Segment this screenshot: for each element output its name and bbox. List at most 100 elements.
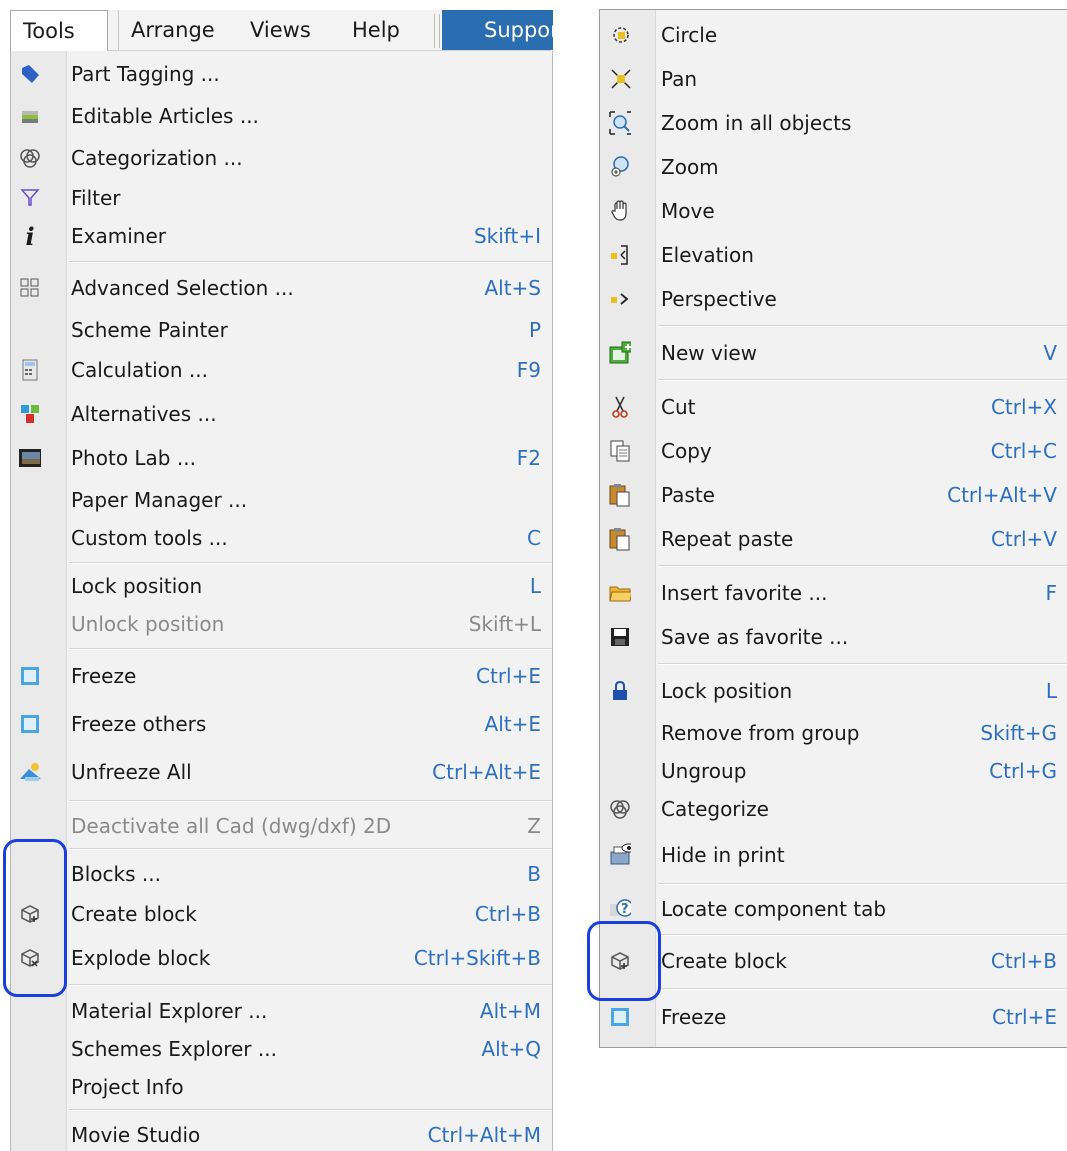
menu-item-new-view[interactable]: New view V — [600, 333, 1067, 373]
menu-item-pan[interactable]: Pan — [600, 59, 1067, 99]
menu-item-hide-in-print[interactable]: Hide in print — [600, 835, 1067, 875]
highlight-annotation — [3, 839, 67, 997]
menu-item-categorization[interactable]: Categorization ... — [11, 138, 552, 178]
menu-item-zoom-all[interactable]: Zoom in all objects — [600, 103, 1067, 143]
menu-item-label: Paper Manager ... — [71, 488, 248, 512]
filter-icon — [19, 187, 41, 209]
menu-separator — [69, 984, 552, 986]
menu-separator — [69, 562, 552, 564]
menu-item-freeze-others[interactable]: Freeze others Alt+E — [11, 704, 552, 744]
menu-item-create-block[interactable]: Create block Ctrl+B — [600, 941, 1067, 981]
menu-item-circle[interactable]: Circle — [600, 15, 1067, 55]
menu-item-filter[interactable]: Filter — [11, 178, 552, 218]
menu-item-label: Move — [661, 199, 715, 223]
menu-item-label: New view — [661, 341, 758, 365]
menu-item-examiner[interactable]: i Examiner Skift+I — [11, 216, 552, 256]
menu-item-cut[interactable]: Cut Ctrl+X — [600, 387, 1067, 427]
photo-icon — [19, 447, 41, 469]
svg-text:?: ? — [621, 902, 629, 917]
menu-item-project-info[interactable]: Project Info — [11, 1067, 552, 1107]
menu-item-remove-from-group[interactable]: Remove from group Skift+G — [600, 713, 1067, 753]
shortcut-label: Ctrl+E — [476, 664, 541, 688]
menu-item-perspective[interactable]: Perspective — [600, 279, 1067, 319]
help-icon: ? — [609, 898, 631, 920]
menu-item-part-tagging[interactable]: Part Tagging ... — [11, 54, 552, 94]
menu-item-copy[interactable]: Copy Ctrl+C — [600, 431, 1067, 471]
shortcut-label: Ctrl+Alt+M — [427, 1123, 541, 1147]
menu-tools[interactable]: Tools — [10, 10, 108, 51]
menu-item-movie-studio[interactable]: Movie Studio Ctrl+Alt+M — [11, 1115, 552, 1151]
menu-item-locate-component-tab[interactable]: ? Locate component tab — [600, 889, 1067, 929]
menu-item-lock-position[interactable]: Lock position L — [11, 566, 552, 606]
menu-item-calculation[interactable]: Calculation ... F9 — [11, 350, 552, 390]
menu-item-paper-manager[interactable]: Paper Manager ... — [11, 480, 552, 520]
support-button[interactable]: Suppor — [442, 10, 553, 50]
freeze-others-icon — [19, 713, 41, 735]
save-icon — [609, 626, 631, 648]
menu-item-label: Filter — [71, 186, 121, 210]
menu-item-label: Categorize — [661, 797, 769, 821]
menu-item-material-explorer[interactable]: Material Explorer ... Alt+M — [11, 991, 552, 1031]
menu-item-save-favorite[interactable]: Save as favorite ... — [600, 617, 1067, 657]
shortcut-label: Ctrl+Alt+E — [432, 760, 541, 784]
menu-item-label: Hide in print — [661, 843, 785, 867]
menu-item-label: Custom tools ... — [71, 526, 228, 550]
menu-item-categorize[interactable]: Categorize — [600, 789, 1067, 829]
shortcut-label: C — [527, 526, 541, 550]
menu-item-ungroup[interactable]: Ungroup Ctrl+G — [600, 751, 1067, 791]
categorize-icon — [19, 147, 41, 169]
info-icon: i — [25, 221, 35, 251]
menu-views[interactable]: Views — [250, 10, 311, 50]
menu-item-label: Movie Studio — [71, 1123, 201, 1147]
menu-item-label: Part Tagging ... — [71, 62, 220, 86]
menu-item-zoom[interactable]: Zoom — [600, 147, 1067, 187]
menu-item-paste[interactable]: Paste Ctrl+Alt+V — [600, 475, 1067, 515]
highlight-annotation — [587, 921, 661, 1001]
shortcut-label: F9 — [516, 358, 541, 382]
menu-item-unfreeze-all[interactable]: Unfreeze All Ctrl+Alt+E — [11, 752, 552, 792]
menu-item-custom-tools[interactable]: Custom tools ... C — [11, 518, 552, 558]
menu-item-create-block[interactable]: Create block Ctrl+B — [11, 894, 552, 934]
menu-item-freeze[interactable]: Freeze Ctrl+E — [11, 656, 552, 696]
menu-item-elevation[interactable]: Elevation — [600, 235, 1067, 275]
shortcut-label: Alt+Q — [481, 1037, 541, 1061]
menu-item-photo-lab[interactable]: Photo Lab ... F2 — [11, 438, 552, 478]
menu-item-insert-favorite[interactable]: Insert favorite ... F — [600, 573, 1067, 613]
menu-item-freeze[interactable]: Freeze Ctrl+E — [600, 997, 1067, 1037]
menu-item-label: Examiner — [71, 224, 166, 248]
menu-help[interactable]: Help — [352, 10, 400, 50]
menu-item-advanced-selection[interactable]: Advanced Selection ... Alt+S — [11, 268, 552, 308]
menu-item-scheme-painter[interactable]: Scheme Painter P — [11, 310, 552, 350]
menu-item-alternatives[interactable]: Alternatives ... — [11, 394, 552, 434]
shortcut-label: Ctrl+G — [989, 759, 1057, 783]
menu-item-editable-articles[interactable]: Editable Articles ... — [11, 96, 552, 136]
menu-item-label: Cut — [661, 395, 696, 419]
menu-item-label: Schemes Explorer ... — [71, 1037, 277, 1061]
menu-separator — [658, 379, 1067, 381]
menu-item-label: Zoom in all objects — [661, 111, 852, 135]
menu-item-lock-position[interactable]: Lock position L — [600, 671, 1067, 711]
menu-item-repeat-paste[interactable]: Repeat paste Ctrl+V — [600, 519, 1067, 559]
menubar-separator — [434, 14, 440, 48]
menu-item-label: Repeat paste — [661, 527, 794, 551]
menu-item-blocks[interactable]: Blocks ... B — [11, 854, 552, 894]
menu-item-move[interactable]: Move — [600, 191, 1067, 231]
shortcut-label: F2 — [516, 446, 541, 470]
menu-item-explode-block[interactable]: Explode block Ctrl+Skift+B — [11, 938, 552, 978]
menu-item-label: Deactivate all Cad (dwg/dxf) 2D — [71, 814, 392, 838]
menu-item-label: Ungroup — [661, 759, 747, 783]
menu-item-schemes-explorer[interactable]: Schemes Explorer ... Alt+Q — [11, 1029, 552, 1069]
calculator-icon — [19, 359, 41, 381]
menu-arrange[interactable]: Arrange — [118, 10, 215, 50]
shortcut-label: Alt+S — [484, 276, 541, 300]
unfreeze-icon — [19, 761, 41, 783]
shortcut-label: Ctrl+B — [474, 902, 541, 926]
menu-bar: Tools Arrange Views Help Suppor — [10, 10, 553, 51]
menu-item-label: Insert favorite ... — [661, 581, 828, 605]
menu-item-deactivate-cad: Deactivate all Cad (dwg/dxf) 2D Z — [11, 806, 552, 846]
menu-separator — [658, 325, 1067, 327]
menu-item-label: Editable Articles ... — [71, 104, 259, 128]
hide-print-icon — [609, 843, 631, 866]
menu-separator — [69, 1109, 552, 1111]
menu-separator — [69, 800, 552, 802]
